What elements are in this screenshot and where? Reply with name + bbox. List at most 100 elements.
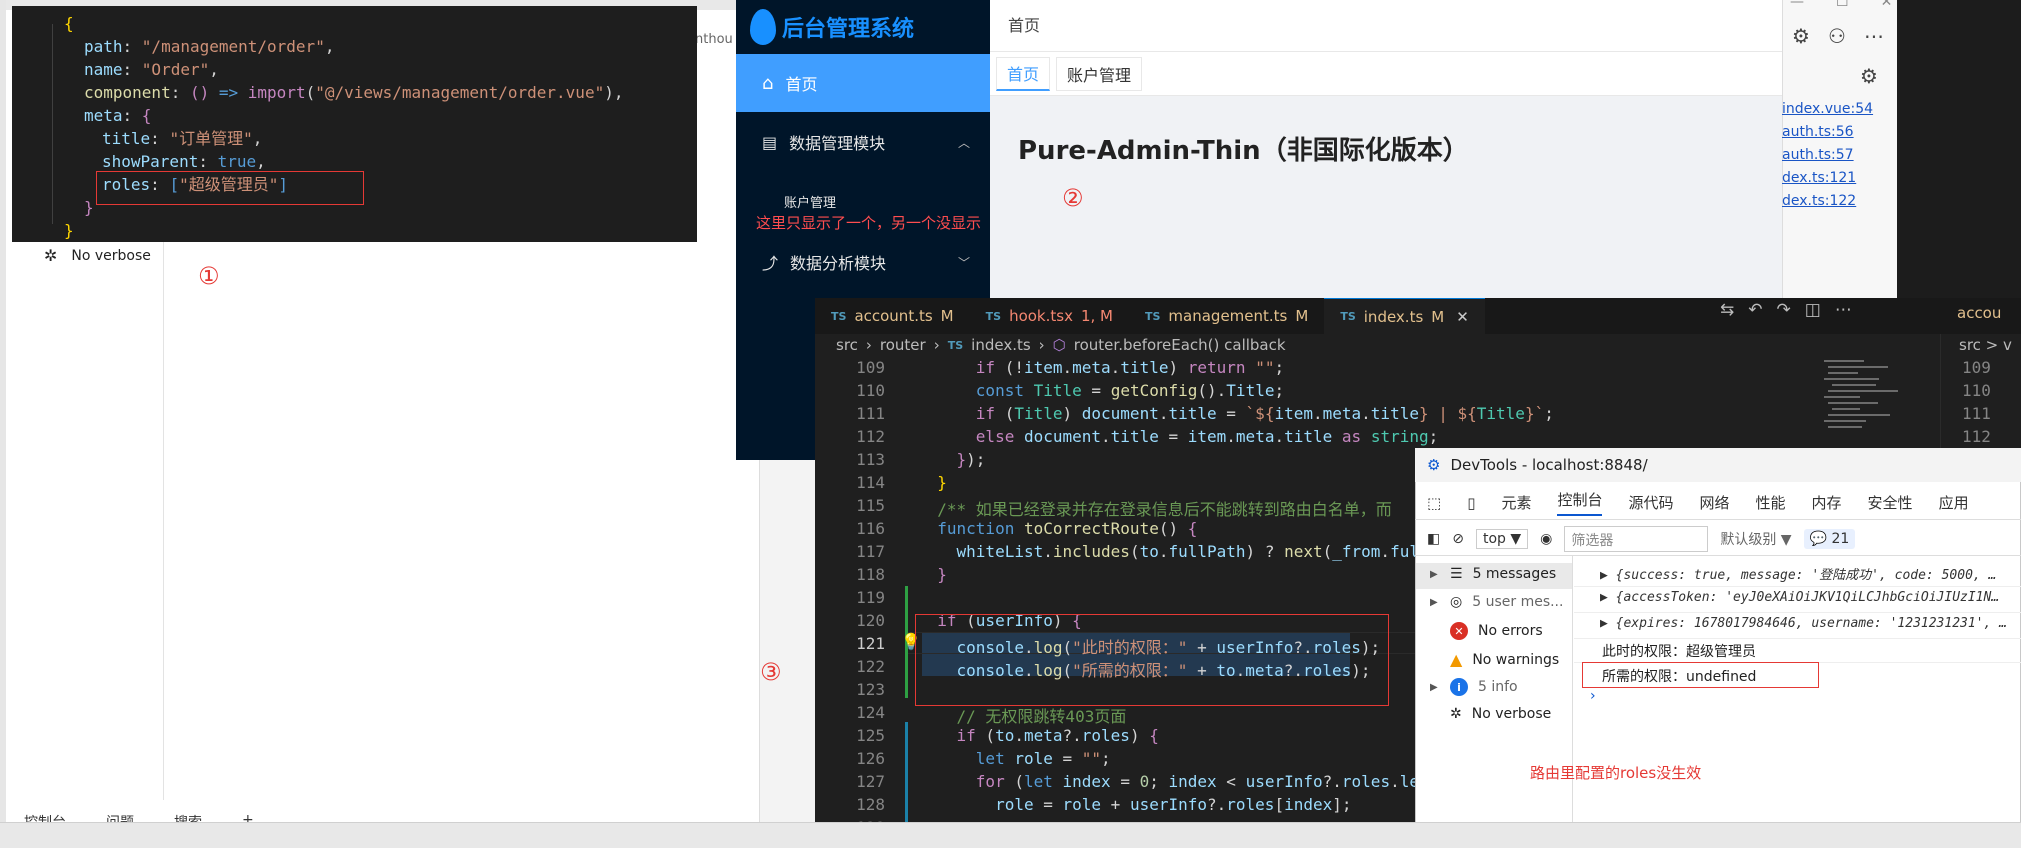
line-number: 110 (856, 381, 885, 400)
console-log-object[interactable]: ▶ {success: true, message: '登陆成功', code:… (1600, 564, 1996, 583)
expand-arrow-icon: ▶ (1430, 681, 1438, 693)
background-no-verbose-filter[interactable]: ✲ No verbose (44, 246, 151, 265)
menu-sub-item-account[interactable]: 账户管理 (784, 192, 836, 211)
expand-arrow-icon: ▶ (1430, 596, 1438, 608)
close-icon[interactable]: ✕ (1881, 0, 1893, 10)
console-log-object[interactable]: ▶ {accessToken: 'eyJ0eXAiOiJKV1QiLCJhbGc… (1600, 590, 1999, 605)
eye-icon[interactable]: ◉ (1540, 531, 1552, 547)
line-number: 124 (856, 703, 885, 722)
tab-sources[interactable]: 源代码 (1628, 492, 1673, 513)
sidebar-toggle-icon[interactable]: ◧ (1427, 531, 1440, 547)
background-link-fragment: nthou (695, 32, 733, 47)
back-icon[interactable]: ↶ (1748, 300, 1762, 320)
sidebar-item-errors[interactable]: ✕ No errors (1430, 622, 1543, 640)
admin-tabs-bar: 首页 账户管理 (990, 52, 1782, 96)
more-actions-icon[interactable]: ⋯ (1835, 300, 1852, 320)
console-log-object[interactable]: ▶ {expires: 1678017984646, username: '12… (1600, 616, 2007, 631)
console-prompt-icon[interactable]: › (1590, 688, 1596, 704)
minimize-icon[interactable]: — (1790, 0, 1804, 10)
tab-status: 1, M (1080, 307, 1113, 325)
device-icon[interactable]: ▯ (1467, 494, 1475, 512)
breadcrumb-src[interactable]: src (836, 336, 858, 354)
context-select[interactable]: top ▼ (1475, 528, 1529, 549)
tab-status: M (1295, 307, 1309, 325)
admin-header: 首页 (990, 0, 1782, 52)
right-pane-breadcrumb: src > v (1959, 336, 2012, 354)
right-line-number: 111 (1962, 404, 1991, 423)
editor-tab-index[interactable]: TS index.ts M ✕ (1324, 298, 1485, 334)
message-count-badge[interactable]: 💬 21 (1803, 528, 1856, 549)
forward-icon[interactable]: ↷ (1777, 300, 1791, 320)
sidebar-item-verbose[interactable]: ✲ No verbose (1430, 706, 1551, 722)
devtools-tabs: ⬚ ▯ 元素 控制台 源代码 网络 性能 内存 安全性 应用 (1415, 486, 2021, 520)
function-icon: ⬡ (1052, 336, 1066, 354)
editor-tab-management[interactable]: TS management.ts M (1129, 298, 1324, 334)
file-link[interactable]: auth.ts:56 (1782, 121, 1873, 144)
sidebar-item-user-messages[interactable]: ▶ ◎ 5 user mes... (1430, 594, 1563, 610)
breadcrumb-router[interactable]: router (880, 336, 926, 354)
line-number: 125 (856, 726, 885, 745)
log-text: {success: true, message: '登陆成功', code: 5… (1615, 568, 1997, 583)
tab-memory[interactable]: 内存 (1812, 492, 1842, 513)
file-link[interactable]: dex.ts:121 (1782, 167, 1873, 190)
sidebar-item-warnings[interactable]: ▲ No warnings (1430, 650, 1559, 669)
tab-security[interactable]: 安全性 (1868, 492, 1913, 513)
line-number: 118 (856, 565, 885, 584)
sidebar-item-info[interactable]: ▶ i 5 info (1430, 678, 1518, 696)
level-select[interactable]: 默认级别 ▼ (1720, 529, 1791, 549)
clear-console-icon[interactable]: ⊘ (1452, 531, 1464, 547)
line-number: 113 (856, 450, 885, 469)
tab-performance[interactable]: 性能 (1756, 492, 1786, 513)
background-left-strip (0, 0, 6, 848)
inspect-icon[interactable]: ⬚ (1427, 494, 1441, 512)
right-pane-tab[interactable]: accou (1957, 304, 2001, 322)
maximize-icon[interactable]: ☐ (1836, 0, 1849, 10)
log-text: {expires: 1678017984646, username: '1231… (1615, 616, 2007, 631)
code-line: component: () => import("@/views/managem… (84, 83, 624, 102)
editor-minimap[interactable] (1820, 356, 1930, 446)
badge-count: 21 (1831, 530, 1850, 547)
annotation-left-note: 这里只显示了一个，另一个没显示 (756, 214, 982, 232)
context-value: top (1482, 530, 1506, 547)
breadcrumb-symbol[interactable]: router.beforeEach() callback (1074, 336, 1286, 354)
tab-elements[interactable]: 元素 (1501, 492, 1531, 513)
extensions-icon[interactable]: ⚇ (1828, 24, 1846, 48)
breadcrumb-sep-icon: › (933, 336, 940, 354)
gear-icon[interactable]: ⚙ (1792, 24, 1810, 48)
editor-tab-hook[interactable]: TS hook.tsx 1, M (970, 298, 1129, 334)
sidebar-label: No warnings (1472, 651, 1560, 668)
filter-input[interactable]: 筛选器 (1564, 525, 1709, 552)
window-controls: — ☐ ✕ (1790, 0, 1892, 10)
compare-icon[interactable]: ⇆ (1720, 300, 1734, 320)
admin-logo[interactable]: 后台管理系统 (750, 4, 990, 50)
typescript-icon: TS (947, 338, 964, 352)
annotation-right-note: 路由里配置的roles没生效 (1530, 764, 1702, 782)
line-number: 119 (856, 588, 885, 607)
tab-account[interactable]: 账户管理 (1056, 56, 1143, 91)
right-line-number: 110 (1962, 381, 1991, 400)
settings-gear-icon[interactable]: ⚙ (1860, 64, 1878, 88)
code-line: } (64, 221, 74, 240)
tab-home[interactable]: 首页 (996, 56, 1051, 91)
menu-item-home[interactable]: ⌂ 首页 (736, 54, 990, 112)
more-icon[interactable]: ⋯ (1864, 24, 1884, 48)
error-icon: ✕ (1450, 622, 1468, 640)
editor-tab-account[interactable]: TS account.ts M (815, 298, 970, 334)
file-link[interactable]: dex.ts:122 (1782, 190, 1873, 213)
code-line: for (let index = 0; index < userInfo?.ro… (975, 772, 1458, 791)
close-tab-icon[interactable]: ✕ (1456, 308, 1469, 326)
breadcrumb-file[interactable]: index.ts (971, 336, 1031, 354)
tab-status: M (1431, 307, 1445, 326)
page-title: Pure-Admin-Thin（非国际化版本） (1018, 136, 1469, 166)
header-breadcrumb[interactable]: 首页 (1008, 16, 1040, 35)
sidebar-item-messages[interactable]: ▶ ☰ 5 messages (1430, 566, 1556, 582)
menu-item-data-module[interactable]: ▤ 数据管理模块 ︿ (736, 114, 990, 170)
menu-item-analysis-module[interactable]: ⤴ 数据分析模块 ﹀ (736, 234, 990, 290)
file-link[interactable]: auth.ts:57 (1782, 144, 1873, 167)
tab-network[interactable]: 网络 (1700, 492, 1730, 513)
tab-application[interactable]: 应用 (1939, 492, 1969, 513)
file-link[interactable]: index.vue:54 (1782, 98, 1873, 121)
line-number: 123 (856, 680, 885, 699)
split-editor-icon[interactable]: ◫ (1805, 300, 1821, 320)
tab-console[interactable]: 控制台 (1557, 489, 1603, 516)
